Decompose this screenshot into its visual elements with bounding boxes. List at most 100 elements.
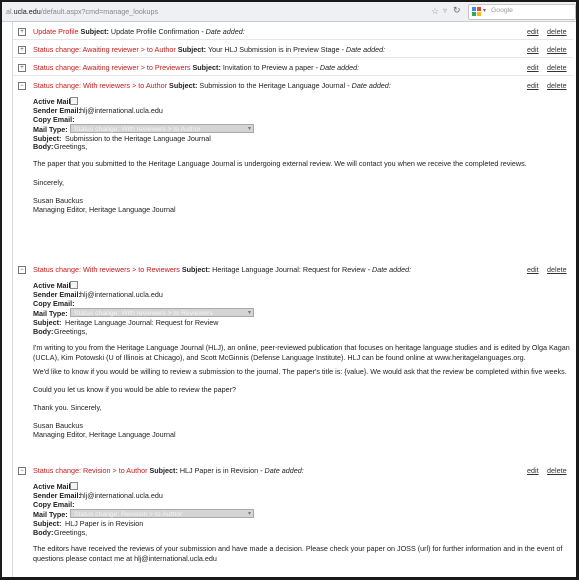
date-added-label: - Date added:	[341, 45, 386, 54]
mail-type-value: Status change: With reviewers > to Revie…	[74, 310, 213, 317]
search-engine-dropdown-icon[interactable]: ▾	[483, 7, 486, 14]
edit-link[interactable]: edit	[527, 27, 539, 36]
delete-link[interactable]: delete	[547, 63, 567, 72]
active-mail-checkbox[interactable]	[70, 482, 78, 490]
body-closing: Thank you. Sincerely,	[33, 403, 102, 412]
url-text[interactable]: al.ucla.edu/default.aspx?cmd=manage_look…	[6, 7, 158, 16]
body-label: Body:	[33, 327, 54, 336]
reload-icon[interactable]: ↻	[453, 5, 461, 16]
expand-toggle-icon[interactable]: +	[18, 46, 26, 54]
subject-label: Subject:	[177, 45, 207, 54]
subject-label: Subject:	[192, 63, 221, 72]
subject-field-label: Subject:	[33, 318, 62, 327]
subject-field-value: Heritage Language Journal: Request for R…	[65, 318, 219, 327]
mail-type-select[interactable]: Status change: With reviewers > to Autho…	[70, 124, 254, 133]
template-row-awaiting-author: + Status change: Awaiting reviewer > to …	[13, 43, 573, 58]
mail-type-value: Status change: Revision > to Author	[74, 511, 183, 518]
delete-link[interactable]: delete	[547, 81, 567, 90]
signature-title: Managing Editor, Heritage Language Journ…	[33, 430, 176, 439]
date-added-label: - Date added:	[201, 27, 245, 36]
sender-email-label: Sender Email:	[33, 106, 81, 115]
copy-email-label: Copy Email:	[33, 115, 75, 124]
template-header: Status change: With reviewers > to Autho…	[33, 81, 391, 90]
delete-link[interactable]: delete	[547, 27, 567, 36]
search-placeholder: Google	[491, 7, 513, 14]
address-bar[interactable]: al.ucla.edu/default.aspx?cmd=manage_look…	[2, 2, 576, 22]
edit-link[interactable]: edit	[527, 265, 539, 274]
collapse-toggle-icon[interactable]: −	[18, 467, 26, 475]
template-header: Status change: Awaiting reviewer > to Au…	[33, 45, 385, 54]
template-type: Status change: With reviewers > to Revie…	[33, 265, 180, 274]
url-domain: ucla.edu	[13, 7, 41, 16]
active-mail-label: Active Mail:	[33, 482, 73, 491]
chevron-down-icon: ▾	[247, 310, 251, 316]
subject-label: Subject:	[80, 27, 109, 36]
edit-link[interactable]: edit	[527, 81, 539, 90]
template-header: Status change: Awaiting reviewer > to Pr…	[33, 63, 359, 72]
signature-title: Managing Editor, Heritage Language Journ…	[33, 205, 176, 214]
delete-link[interactable]: delete	[547, 265, 567, 274]
template-type: Update Profile	[33, 27, 79, 36]
sender-email-label: Sender Email:	[33, 491, 81, 500]
chevron-down-icon: ▾	[247, 126, 251, 132]
mail-type-label: Mail Type:	[33, 125, 68, 134]
sender-email-label: Sender Email:	[33, 290, 81, 299]
template-subject: Your HLJ Submission is in Preview Stage	[207, 45, 340, 54]
body-label: Body:	[33, 142, 54, 151]
template-subject: Invitation to Preview a paper	[222, 63, 314, 72]
date-added-label: - Date added:	[315, 63, 360, 72]
date-added-label: - Date added:	[260, 466, 304, 475]
delete-link[interactable]: delete	[547, 45, 567, 54]
expand-toggle-icon[interactable]: +	[18, 28, 26, 36]
template-subject: Update Profile Confirmation	[110, 27, 200, 36]
expand-toggle-icon[interactable]: +	[18, 64, 26, 72]
date-added-label: - Date added:	[367, 265, 412, 274]
mail-type-select[interactable]: Status change: With reviewers > to Revie…	[70, 308, 254, 317]
body-paragraph: I'm writing to you from the Heritage Lan…	[33, 343, 570, 362]
body-paragraph: Could you let us know if you would be ab…	[33, 385, 236, 394]
template-type: Status change: Revision > to Author	[33, 466, 148, 475]
active-mail-label: Active Mail:	[33, 281, 73, 290]
edit-link[interactable]: edit	[527, 63, 539, 72]
template-row-revision-author: − Status change: Revision > to Author Su…	[13, 464, 573, 478]
sender-email-value: hlj@international.ucla.edu	[80, 106, 163, 115]
template-detail: Active Mail: Sender Email: hlj@internati…	[33, 482, 573, 577]
browser-window: al.ucla.edu/default.aspx?cmd=manage_look…	[2, 2, 576, 577]
template-type: Status change: With reviewers > to Autho…	[33, 81, 168, 90]
search-input[interactable]: ▾ Google	[468, 4, 576, 20]
body-greeting: Greetings,	[54, 142, 88, 151]
subject-label: Subject:	[181, 265, 211, 274]
edit-link[interactable]: edit	[527, 45, 539, 54]
mail-type-value: Status change: With reviewers > to Autho…	[74, 126, 201, 133]
active-mail-label: Active Mail:	[33, 97, 73, 106]
sender-email-value: hlj@international.ucla.edu	[80, 491, 163, 500]
template-type: Status change: Awaiting reviewer > to Au…	[33, 45, 176, 54]
url-path: /default.aspx?cmd=manage_lookups	[40, 7, 159, 16]
template-header: Update Profile Subject: Update Profile C…	[33, 27, 245, 36]
delete-link[interactable]: delete	[547, 466, 567, 475]
template-header: Status change: Revision > to Author Subj…	[33, 466, 304, 475]
subject-field-value: HLJ Paper is in Revision	[65, 519, 144, 528]
active-mail-checkbox[interactable]	[70, 97, 78, 105]
template-row-update-profile: + Update Profile Subject: Update Profile…	[13, 25, 573, 40]
body-paragraph: We'd like to know if you would be willin…	[33, 367, 567, 376]
body-greeting: Greetings,	[54, 528, 88, 537]
mail-template-list: + Update Profile Subject: Update Profile…	[12, 22, 575, 577]
body-label: Body:	[33, 528, 54, 537]
google-icon	[472, 7, 481, 16]
edit-link[interactable]: edit	[527, 466, 539, 475]
collapse-toggle-icon[interactable]: −	[18, 82, 26, 90]
active-mail-checkbox[interactable]	[70, 281, 78, 289]
template-row-awaiting-previewers: + Status change: Awaiting reviewer > to …	[13, 61, 573, 76]
collapse-toggle-icon[interactable]: −	[18, 266, 26, 274]
bookmark-star-icon[interactable]: ☆	[431, 6, 439, 17]
template-subject: HLJ Paper is in Revision	[179, 466, 259, 475]
subject-field-label: Subject:	[33, 519, 62, 528]
template-detail: Active Mail: Sender Email: hlj@internati…	[33, 281, 573, 471]
chevron-down-icon: ▾	[247, 511, 251, 517]
url-dropdown-icon[interactable]: ▿	[443, 6, 447, 15]
template-type: Status change: Awaiting reviewer > to Pr…	[33, 63, 191, 72]
mail-type-select[interactable]: Status change: Revision > to Author ▾	[70, 509, 254, 518]
mail-type-label: Mail Type:	[33, 510, 68, 519]
template-header: Status change: With reviewers > to Revie…	[33, 265, 411, 274]
